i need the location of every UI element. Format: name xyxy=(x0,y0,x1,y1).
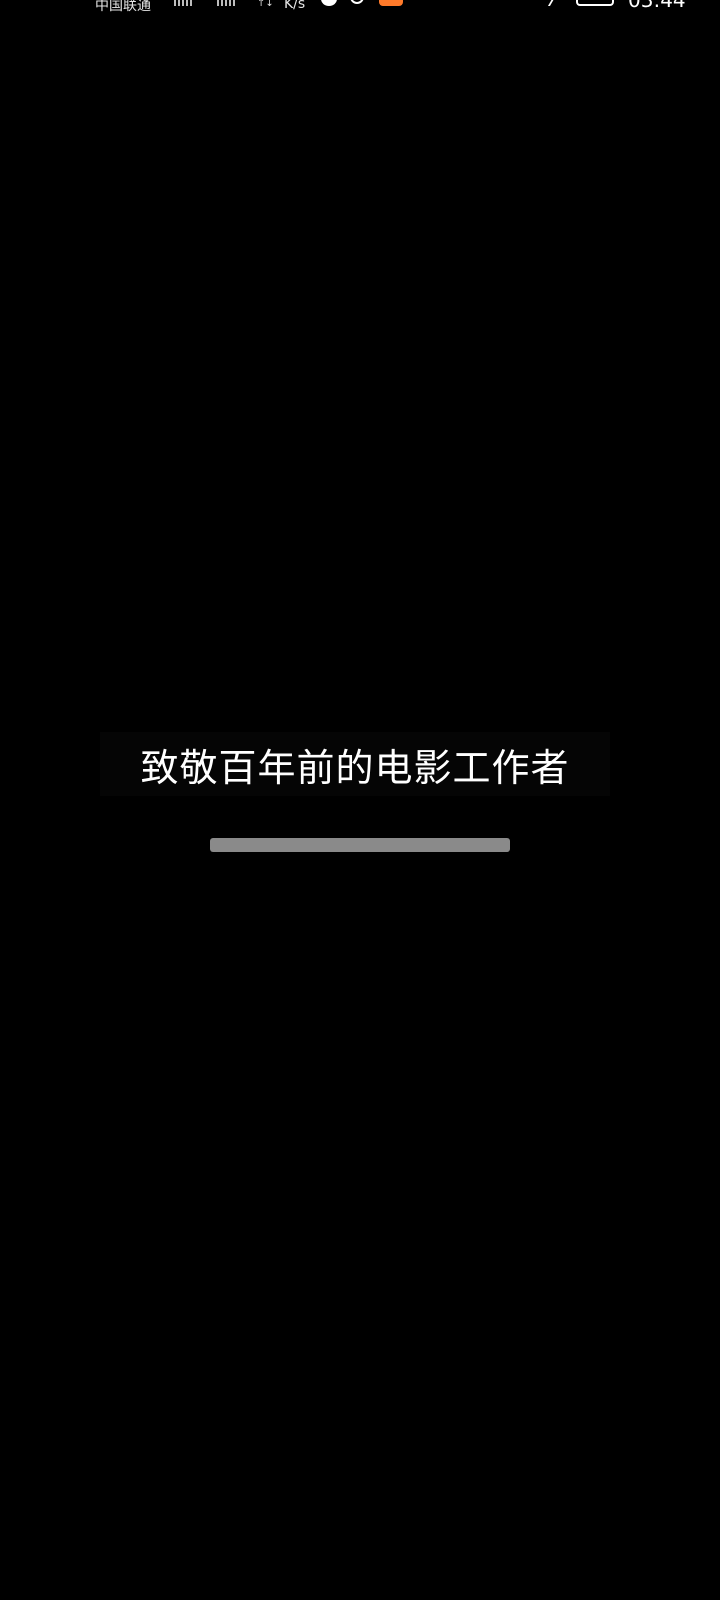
loading-progress-fill xyxy=(210,838,510,852)
clock: 03:44 xyxy=(628,0,686,12)
loading-progress-bar xyxy=(210,838,510,852)
battery-icon xyxy=(576,0,614,6)
mute-icon xyxy=(547,0,573,6)
status-bar: 中国联通 ↑↓ K/s 03:44 xyxy=(0,0,720,18)
orange-app-icon xyxy=(379,0,403,6)
carrier-label: 中国联通 xyxy=(95,0,151,14)
splash-title-container: 致敬百年前的电影工作者 xyxy=(100,732,610,796)
splash-title: 致敬百年前的电影工作者 xyxy=(140,745,570,790)
data-transfer-icon: ↑↓ xyxy=(257,0,274,9)
signal-icon xyxy=(217,0,235,6)
app-notification-icon xyxy=(321,0,337,6)
network-speed: K/s xyxy=(284,0,306,12)
search-notification-icon xyxy=(350,0,364,4)
signal-icon xyxy=(174,0,192,6)
